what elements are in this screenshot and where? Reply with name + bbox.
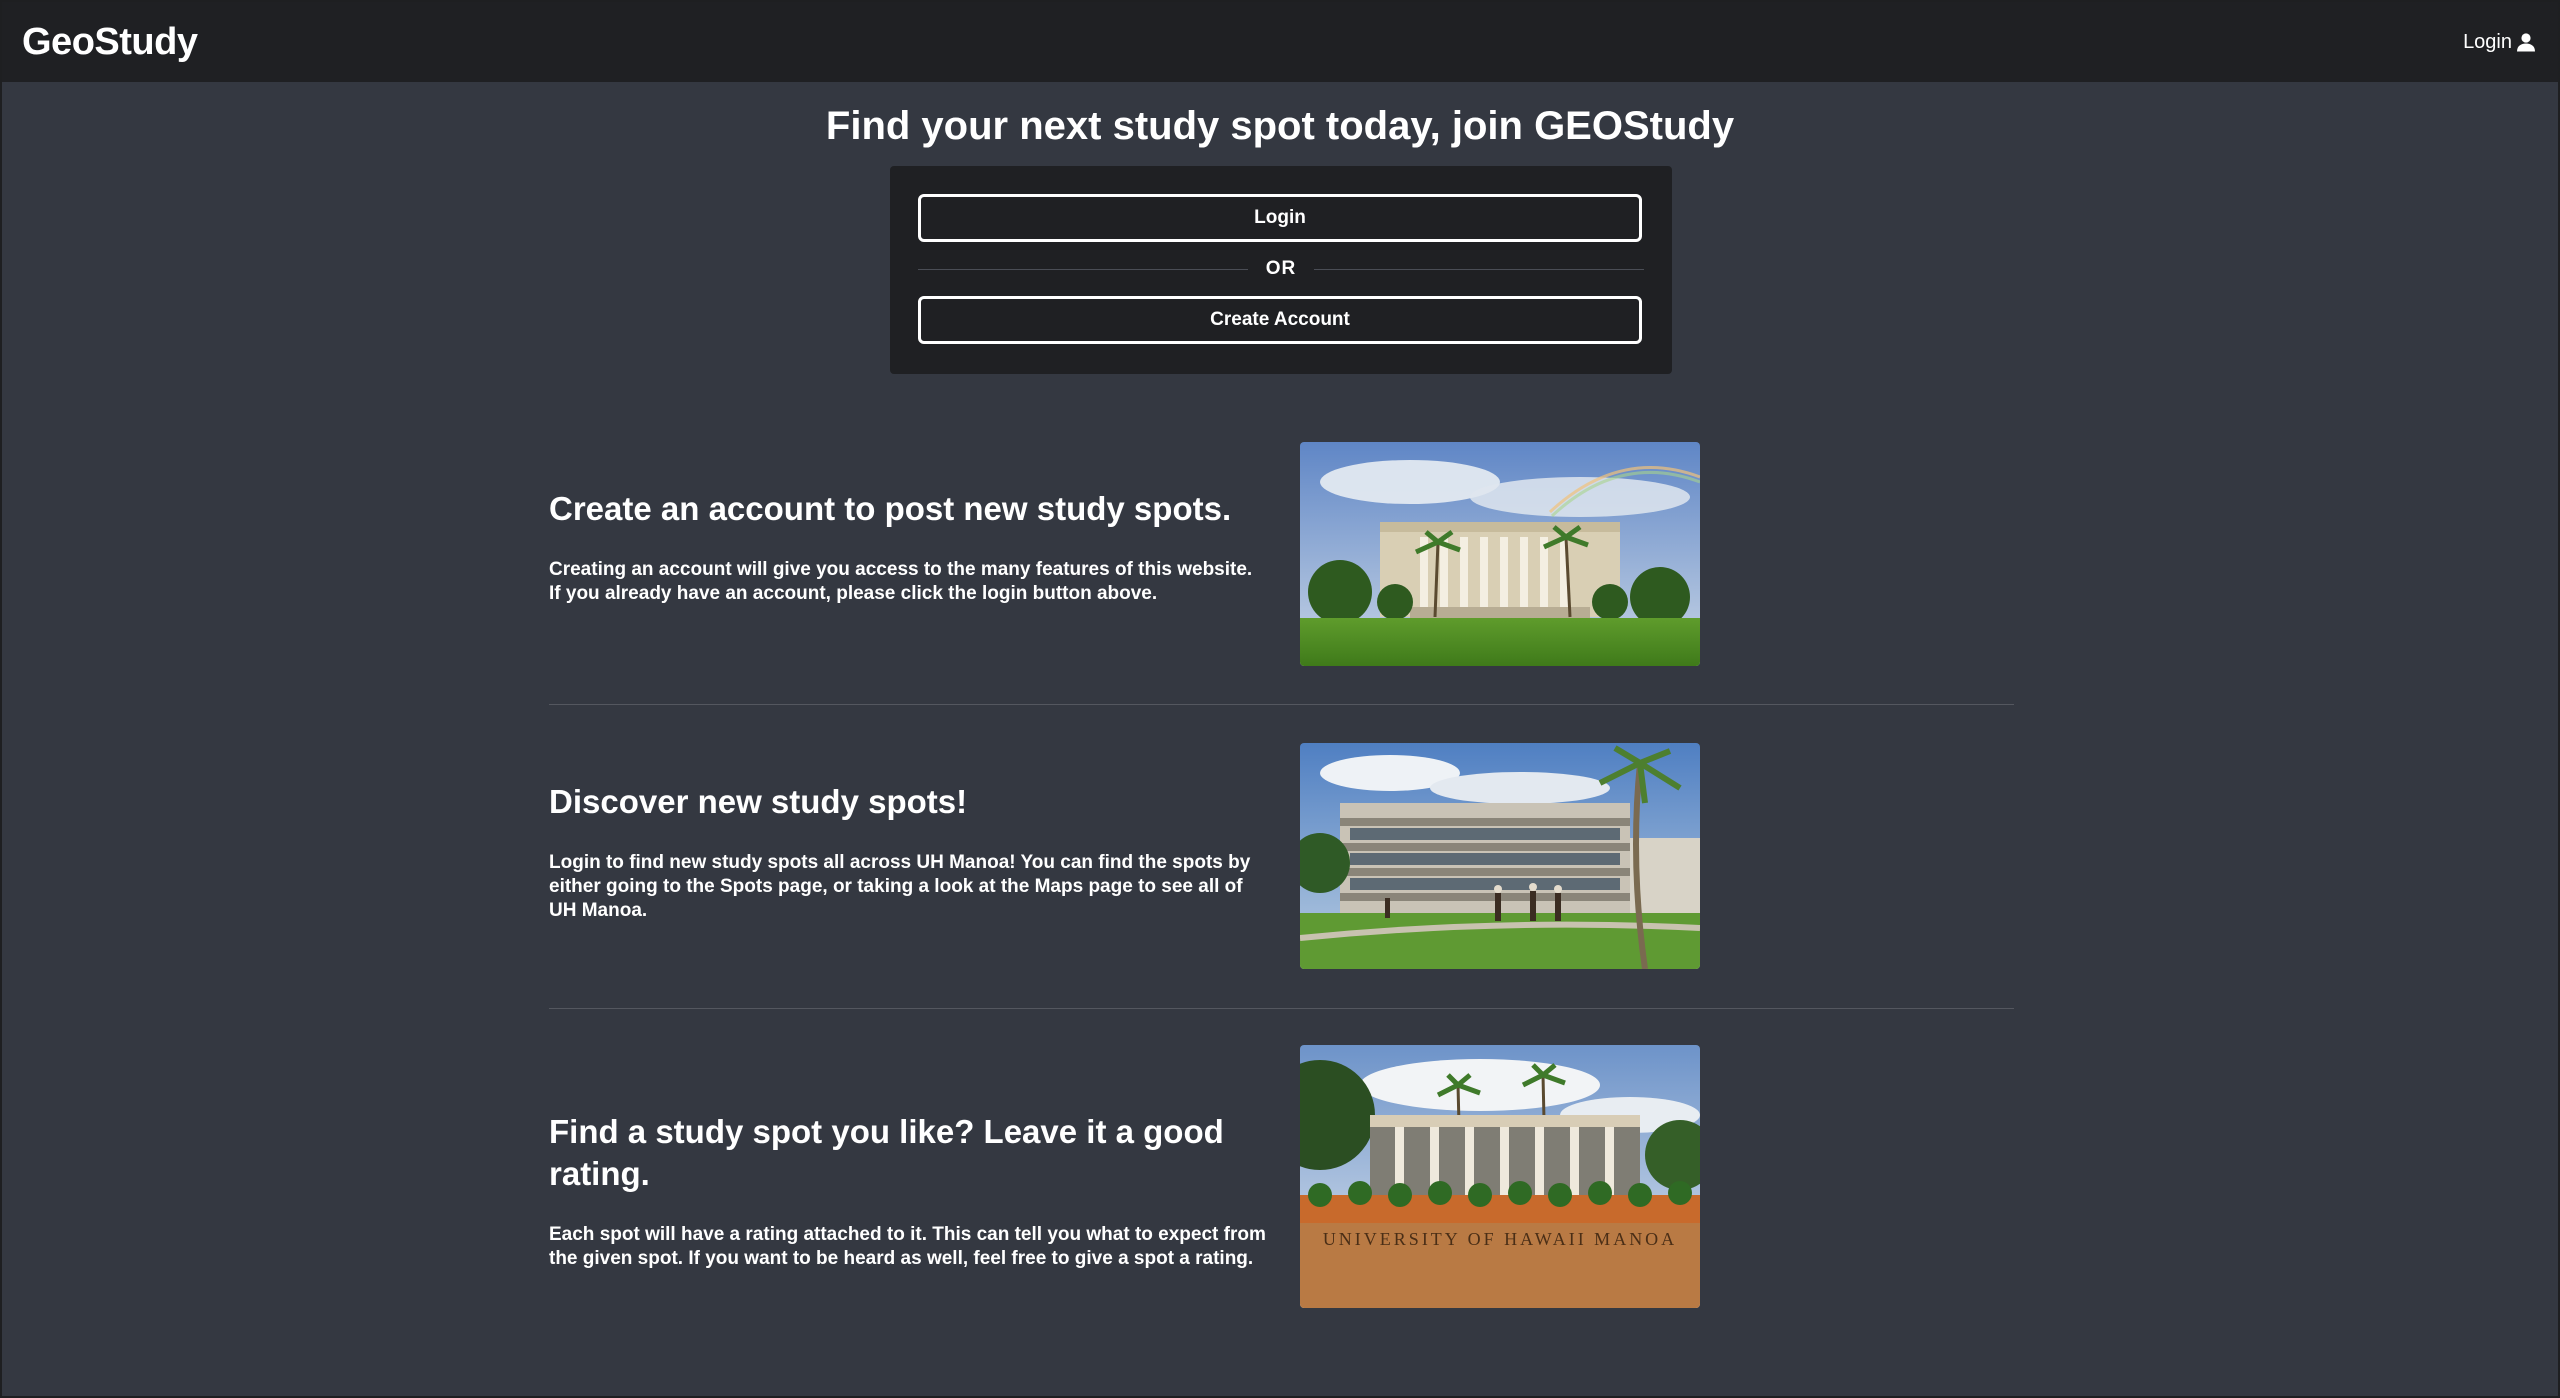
campus-building-image	[1300, 442, 1700, 666]
campus-library-image	[1300, 743, 1700, 969]
divider-line-right	[1314, 268, 1644, 270]
feature-description: Each spot will have a rating attached to…	[549, 1224, 1266, 1269]
feature-post-spots: Create an account to post new study spot…	[549, 442, 2014, 666]
feature-text: Create an account to post new study spot…	[549, 488, 1269, 606]
feature-description: Creating an account will give you access…	[549, 559, 1253, 604]
user-icon	[2517, 33, 2535, 52]
login-button[interactable]: Login	[918, 194, 1642, 242]
entrance-sign-text: UNIVERSITY OF HAWAII MANOA	[1323, 1229, 1677, 1249]
university-entrance-image: UNIVERSITY OF HAWAII MANOA	[1300, 1045, 1700, 1308]
feature-rate-spots: Find a study spot you like? Leave it a g…	[549, 1045, 2014, 1308]
feature-text: Discover new study spots! Login to find …	[549, 781, 1269, 923]
or-label: OR	[1265, 258, 1297, 279]
create-account-button[interactable]: Create Account	[918, 296, 1642, 344]
page-headline: Find your next study spot today, join GE…	[825, 104, 1735, 148]
divider-line-left	[918, 268, 1248, 270]
feature-title: Create an account to post new study spot…	[549, 490, 1232, 527]
top-navbar: GeoStudy Login	[2, 2, 2558, 82]
feature-text: Find a study spot you like? Leave it a g…	[549, 1111, 1269, 1271]
auth-card: Login OR Create Account	[890, 166, 1672, 374]
feature-title: Discover new study spots!	[549, 783, 968, 820]
feature-description: Login to find new study spots all across…	[549, 852, 1251, 921]
or-divider: OR	[918, 242, 1644, 296]
section-divider	[549, 704, 2014, 705]
brand-logo-link[interactable]: GeoStudy	[22, 21, 198, 64]
section-divider	[549, 1008, 2014, 1009]
feature-discover-spots: Discover new study spots! Login to find …	[549, 743, 2014, 969]
feature-title: Find a study spot you like? Leave it a g…	[549, 1113, 1224, 1192]
navbar-login-label: Login	[2463, 30, 2512, 53]
navbar-login-link[interactable]: Login	[2463, 31, 2538, 54]
